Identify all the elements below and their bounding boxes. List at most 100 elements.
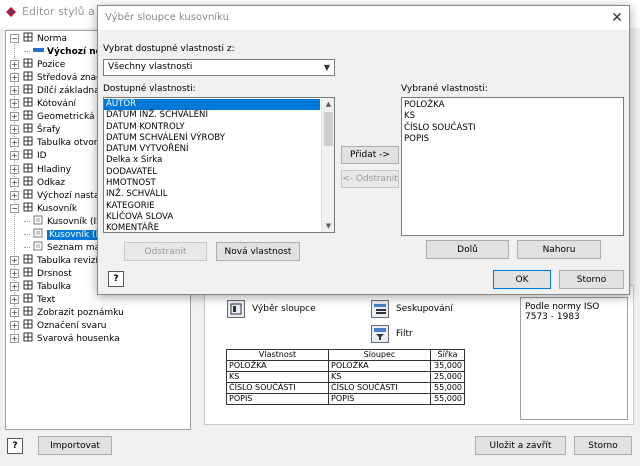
norm-reference-text[interactable]: Podle normy ISO 7573 - 1983	[520, 297, 628, 420]
col-header-property[interactable]: Vlastnost	[226, 349, 329, 361]
tree-item[interactable]: Šrafy	[23, 123, 60, 136]
list-item[interactable]: POPIS	[402, 134, 623, 145]
expand-icon[interactable]: +	[10, 334, 19, 344]
move-up-button[interactable]: Nahoru	[517, 240, 601, 259]
tree-item-label: Dílčí základna	[37, 86, 100, 97]
tree-item-label: Šrafy	[37, 125, 61, 136]
scroll-up-icon[interactable]: ▲	[322, 98, 334, 110]
list-item[interactable]: DATUM KONTROLY	[104, 122, 320, 133]
close-icon[interactable]: ✕	[608, 9, 626, 27]
editor-cancel-button[interactable]: Storno	[574, 436, 632, 455]
expand-icon[interactable]: +	[10, 86, 19, 96]
dialog-cancel-button[interactable]: Storno	[559, 270, 624, 289]
tree-item[interactable]: Tabulka	[23, 280, 71, 293]
tree-item[interactable]: Seznam mat	[33, 241, 104, 254]
col-header-width[interactable]: Šířka	[430, 349, 465, 361]
tree-item-label: Tabulka otvorů	[37, 138, 104, 149]
list-item[interactable]: KS	[402, 111, 623, 122]
tree-item[interactable]: Tabulka otvorů	[23, 136, 103, 149]
tree-item[interactable]: Výchozí nor	[33, 45, 106, 58]
list-item[interactable]: HMOTNOST	[104, 178, 320, 189]
tree-item[interactable]: Hladiny	[23, 163, 71, 176]
expand-icon[interactable]: +	[10, 60, 19, 70]
list-item[interactable]: DODAVATEL	[104, 167, 320, 178]
list-item[interactable]: KATEGORIE	[104, 201, 320, 212]
collapse-icon[interactable]: −	[10, 203, 19, 213]
expand-icon[interactable]: +	[10, 177, 19, 187]
remove-button[interactable]: Odstranit	[124, 242, 207, 261]
expand-icon[interactable]: +	[10, 255, 19, 265]
tree-item[interactable]: Drsnost	[23, 267, 72, 280]
tree-item[interactable]: ID	[23, 149, 47, 162]
move-down-button[interactable]: Dolů	[426, 240, 509, 259]
filter-label[interactable]: Filtr	[396, 329, 413, 339]
tree-item[interactable]: Označení svaru	[23, 319, 107, 332]
collapse-icon[interactable]: −	[10, 34, 19, 43]
import-button[interactable]: Importovat	[38, 436, 112, 455]
list-item[interactable]: ČÍSLO SOUČÁSTI	[402, 123, 623, 134]
save-close-button[interactable]: Uložit a zavřít	[475, 436, 566, 455]
list-item[interactable]: Delka x Sirka	[104, 155, 320, 166]
tree-item-label: Svarová housenka	[37, 334, 120, 345]
table-row[interactable]: ČÍSLO SOUČÁSTI ČÍSLO SOUČÁSTI 55,000	[226, 382, 465, 394]
id-icon	[23, 149, 34, 159]
tree-item[interactable]: Kótování	[23, 97, 76, 110]
add-button[interactable]: Přidat ->	[341, 146, 399, 164]
tree-item[interactable]: Norma	[23, 32, 67, 45]
available-properties-list[interactable]: AUTOR DATUM INŽ. SCHVÁLENÍ DATUM KONTROLY D…	[103, 97, 335, 233]
list-item[interactable]: DATUM INŽ. SCHVÁLENÍ	[104, 110, 320, 121]
new-property-button[interactable]: Nová vlastnost	[216, 242, 300, 261]
ok-button[interactable]: OK	[493, 270, 551, 289]
list-item[interactable]: KLÍČOVÁ SLOVA	[104, 212, 320, 223]
expand-icon[interactable]: +	[10, 138, 19, 148]
tree-item[interactable]: Dílčí základna	[23, 84, 100, 97]
list-item[interactable]: INŽ. SCHVÁLIL	[104, 189, 320, 200]
tree-item[interactable]: Text	[23, 293, 55, 306]
tree-item[interactable]: Pozice	[23, 58, 65, 71]
scroll-down-icon[interactable]: ▼	[322, 220, 334, 232]
property-source-select[interactable]: Všechny vlastnosti ▼	[103, 59, 335, 76]
tree-item[interactable]: Odkaz	[23, 176, 65, 189]
table-row[interactable]: KS KS 25,000	[226, 371, 465, 383]
help-icon[interactable]: ?	[7, 438, 23, 454]
list-item[interactable]: AUTOR	[104, 99, 320, 111]
tree-item[interactable]: Tabulka revizí	[23, 254, 98, 267]
selected-properties-list[interactable]: POLOŽKA KS ČÍSLO SOUČÁSTI POPIS	[401, 97, 624, 236]
tree-item[interactable]: Zobrazit poznámku	[23, 306, 124, 319]
tree-item-label: Pozice	[37, 60, 66, 71]
column-chooser-icon[interactable]	[227, 300, 245, 318]
dialog-help-icon[interactable]: ?	[108, 271, 124, 287]
expand-icon[interactable]: +	[10, 308, 19, 318]
expand-icon[interactable]: +	[10, 99, 19, 109]
column-chooser-label[interactable]: Výběr sloupce	[252, 304, 316, 314]
scroll-thumb[interactable]	[324, 112, 333, 146]
list-item[interactable]: DATUM VYTVOŘENÍ	[104, 144, 320, 155]
grouping-label[interactable]: Seskupování	[396, 304, 453, 314]
expand-icon[interactable]: +	[10, 268, 19, 278]
scrollbar[interactable]: ▲ ▼	[321, 98, 334, 232]
expand-icon[interactable]: +	[10, 321, 19, 331]
expand-icon[interactable]: +	[10, 73, 19, 83]
expand-icon[interactable]: +	[10, 112, 19, 122]
expand-icon[interactable]: +	[10, 190, 19, 200]
expand-icon[interactable]: +	[10, 164, 19, 174]
list-item[interactable]: KOMENTÁŘE	[104, 223, 320, 232]
expand-icon[interactable]: +	[10, 125, 19, 135]
bar-icon	[33, 45, 44, 55]
tree-item[interactable]: Kusovník	[23, 202, 77, 215]
source-label: Vybrat dostupné vlastnosti z:	[103, 44, 235, 54]
filter-icon[interactable]	[371, 325, 389, 343]
col-header-column[interactable]: Sloupec	[328, 349, 431, 361]
expand-icon[interactable]: +	[10, 281, 19, 291]
remove-arrow-button[interactable]: <- Odstranit	[341, 170, 399, 188]
table-row[interactable]: POPIS POPIS 55,000	[226, 393, 465, 405]
expand-icon[interactable]: +	[10, 151, 19, 161]
list-item[interactable]: POLOŽKA	[402, 100, 623, 111]
table-row[interactable]: POLOŽKA POLOŽKA 35,000	[226, 360, 465, 372]
dimension-icon	[23, 97, 34, 107]
grouping-icon[interactable]	[371, 300, 389, 318]
list-item[interactable]: DATUM SCHVÁLENÍ VÝROBY	[104, 133, 320, 144]
expand-icon[interactable]: +	[10, 295, 19, 304]
tree-item[interactable]: Svarová housenka	[23, 332, 120, 345]
tree-item[interactable]: Kusovník (IS	[33, 228, 106, 241]
